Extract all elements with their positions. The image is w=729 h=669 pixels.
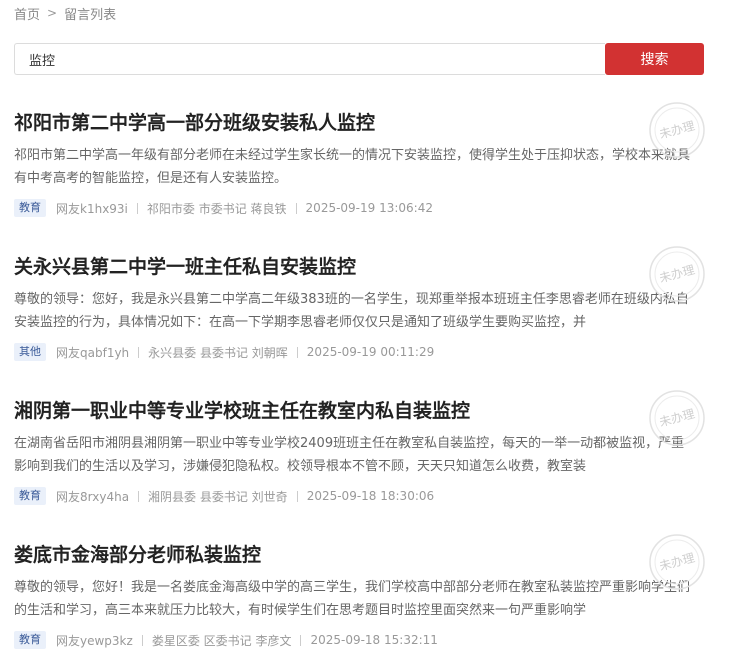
message-item: 湘阴第一职业中等专业学校班主任在教室内私自装监控 在湖南省岳阳市湘阴县湘阴第一职…: [14, 388, 714, 532]
message-recipient: 祁阳市委 市委书记 蒋良铁: [146, 201, 287, 216]
status-stamp-icon: 未办理: [649, 390, 705, 446]
status-stamp-label: 未办理: [658, 262, 697, 286]
category-badge: 教育: [14, 199, 46, 217]
message-item: 祁阳市第二中学高一部分班级安装私人监控 祁阳市第二中学高一年级有部分老师在未经过…: [14, 100, 714, 244]
message-user: 网友8rxy4ha: [56, 489, 130, 504]
search-bar: 搜索: [14, 43, 704, 75]
meta-divider: [136, 202, 138, 214]
status-stamp-label: 未办理: [658, 406, 697, 430]
message-list: 祁阳市第二中学高一部分班级安装私人监控 祁阳市第二中学高一年级有部分老师在未经过…: [14, 100, 714, 669]
message-user: 网友qabf1yh: [56, 345, 130, 360]
message-summary: 尊敬的领导：您好，我是永兴县第二中学高二年级383班的一名学生，现郑重举报本班班…: [14, 292, 689, 330]
message-time: 2025-09-19 00:11:29: [306, 345, 435, 359]
meta-divider: [138, 346, 140, 358]
breadcrumb-current: 留言列表: [64, 7, 117, 23]
category-badge: 教育: [14, 487, 46, 505]
message-recipient: 永兴县委 县委书记 刘朝晖: [148, 345, 288, 360]
message-summary: 祁阳市第二中学高一年级有部分老师在未经过学生家长统一的情况下安装监控，使得学生处…: [14, 148, 690, 186]
meta-divider: [141, 634, 143, 646]
breadcrumb: 首页 > 留言列表: [14, 4, 117, 23]
message-summary: 在湖南省岳阳市湘阴县湘阴第一职业中等专业学校2409班班主任在教室私自装监控，每…: [14, 436, 685, 474]
message-time: 2025-09-18 15:32:11: [310, 633, 438, 647]
status-stamp-label: 未办理: [658, 118, 697, 142]
search-button[interactable]: 搜索: [605, 43, 704, 75]
meta-divider: [300, 634, 302, 646]
message-meta: 教育 网友8rxy4ha 湘阴县委 县委书记 刘世奇 2025-09-18 18…: [14, 486, 434, 506]
message-title-link[interactable]: 娄底市金海部分老师私装监控: [14, 532, 714, 570]
category-badge: 教育: [14, 631, 46, 649]
status-stamp-label: 未办理: [658, 550, 697, 574]
message-title-link[interactable]: 关永兴县第二中学一班主任私自安装监控: [14, 244, 714, 282]
message-meta: 教育 网友yewp3kz 娄星区委 区委书记 李彦文 2025-09-18 15…: [14, 630, 438, 650]
message-recipient: 娄星区委 区委书记 李彦文: [151, 633, 292, 648]
search-input[interactable]: [14, 43, 605, 75]
status-stamp-icon: 未办理: [649, 102, 705, 158]
breadcrumb-separator: >: [47, 6, 58, 20]
message-user: 网友k1hx93i: [56, 201, 128, 216]
message-recipient: 湘阴县委 县委书记 刘世奇: [148, 489, 288, 504]
message-time: 2025-09-19 13:06:42: [305, 201, 433, 215]
meta-divider: [296, 346, 298, 358]
message-meta: 教育 网友k1hx93i 祁阳市委 市委书记 蒋良铁 2025-09-19 13…: [14, 198, 433, 218]
status-stamp-icon: 未办理: [649, 534, 705, 590]
category-badge: 其他: [14, 343, 46, 361]
message-meta: 其他 网友qabf1yh 永兴县委 县委书记 刘朝晖 2025-09-19 00…: [14, 342, 434, 362]
breadcrumb-home-link[interactable]: 首页: [14, 4, 40, 23]
meta-divider: [295, 202, 297, 214]
message-item: 娄底市金海部分老师私装监控 尊敬的领导，您好！我是一名娄底金海高级中学的高三学生…: [14, 532, 714, 669]
message-title-link[interactable]: 祁阳市第二中学高一部分班级安装私人监控: [14, 100, 714, 138]
meta-divider: [296, 490, 298, 502]
message-time: 2025-09-18 18:30:06: [306, 489, 435, 503]
meta-divider: [138, 490, 140, 502]
message-user: 网友yewp3kz: [56, 633, 133, 648]
message-title-link[interactable]: 湘阴第一职业中等专业学校班主任在教室内私自装监控: [14, 388, 714, 426]
message-item: 关永兴县第二中学一班主任私自安装监控 尊敬的领导：您好，我是永兴县第二中学高二年…: [14, 244, 714, 388]
status-stamp-icon: 未办理: [649, 246, 705, 302]
message-summary: 尊敬的领导，您好！我是一名娄底金海高级中学的高三学生，我们学校高中部部分老师在教…: [14, 580, 690, 618]
